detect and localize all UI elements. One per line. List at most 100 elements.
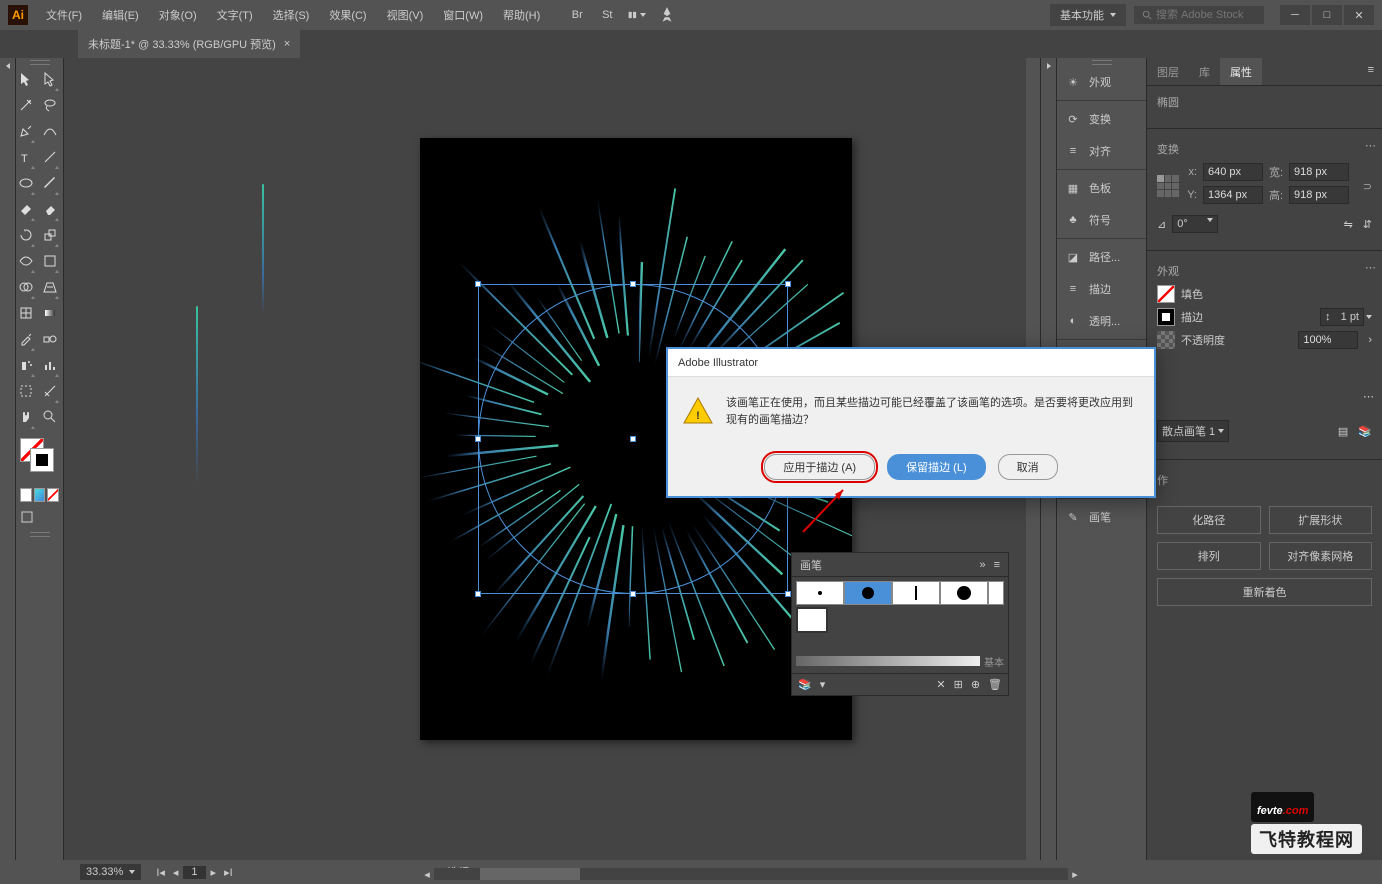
color-mode-solid[interactable] [20,488,32,502]
rotate-tool[interactable] [16,222,36,248]
menu-edit[interactable]: 编辑(E) [94,3,147,27]
slice-tool[interactable] [40,378,60,404]
brush-lib-icon[interactable]: 📚 [1358,425,1372,438]
brush-list-icon[interactable]: ▤ [1338,425,1348,438]
paintbrush-tool[interactable] [40,170,60,196]
sel-handle[interactable] [630,281,636,287]
reference-point[interactable] [1157,175,1179,197]
selection-tool[interactable] [16,66,36,92]
lasso-tool[interactable] [40,92,60,118]
dock-appearance[interactable]: ☀外观 [1057,66,1146,98]
direct-selection-tool[interactable] [40,66,60,92]
workspace-selector[interactable]: 基本功能 [1050,4,1126,26]
close-button[interactable]: ✕ [1344,5,1374,25]
appearance-more[interactable]: ⋯ [1365,261,1376,274]
opacity-swatch[interactable] [1157,331,1175,349]
dock-swatches[interactable]: ▦色板 [1057,172,1146,204]
brush-gradient[interactable] [796,656,980,666]
minimize-button[interactable]: ─ [1280,5,1310,25]
delete-brush-icon[interactable]: 🗑 [988,678,1002,691]
stroke-dropdown[interactable] [1366,315,1372,319]
apply-strokes-button[interactable]: 应用于描边 (A) [764,454,875,480]
menu-file[interactable]: 文件(F) [38,3,90,27]
dock-align[interactable]: ≡对齐 [1057,135,1146,167]
panel-menu-icon[interactable]: ≡ [1360,58,1382,85]
transform-more[interactable]: ⋯ [1365,139,1376,152]
free-transform-tool[interactable] [40,248,60,274]
h-scrollbar[interactable]: ◂ ▸ [420,868,1082,880]
stock-icon[interactable]: St [598,6,616,24]
pen-tool[interactable] [16,118,36,144]
ellipse-tool[interactable] [16,170,36,196]
sel-handle[interactable] [630,591,636,597]
sel-handle[interactable] [785,281,791,287]
panel-more-icon[interactable]: ⋯ [1363,390,1374,403]
dock-transform[interactable]: ⟳变换 [1057,103,1146,135]
search-stock[interactable] [1134,6,1264,24]
sel-handle[interactable] [475,591,481,597]
close-tab-icon[interactable]: × [284,38,290,50]
zoom-tool[interactable] [40,404,60,430]
brush-lib-icon[interactable]: 📚 [798,678,812,691]
menu-window[interactable]: 窗口(W) [435,3,491,27]
tab-libraries[interactable]: 库 [1189,58,1220,85]
dock-pathfinder[interactable]: ◪路径... [1057,241,1146,273]
menu-view[interactable]: 视图(V) [379,3,432,27]
tab-properties[interactable]: 属性 [1220,58,1262,85]
sel-handle[interactable] [475,436,481,442]
btn-recolor[interactable]: 重新着色 [1157,578,1372,606]
tab-layers[interactable]: 图层 [1147,58,1189,85]
shape-builder-tool[interactable] [16,274,36,300]
document-tab[interactable]: 未标题-1* @ 33.33% (RGB/GPU 预览) × [78,30,300,58]
btn-expand-shape[interactable]: 扩展形状 [1269,506,1373,534]
line-tool[interactable] [40,144,60,170]
search-input[interactable] [1156,9,1256,21]
menu-type[interactable]: 文字(T) [209,3,261,27]
perspective-tool[interactable] [40,274,60,300]
dock-stroke[interactable]: ≡描边 [1057,273,1146,305]
hand-tool[interactable] [16,404,36,430]
bridge-icon[interactable]: Br [568,6,586,24]
scale-tool[interactable] [40,222,60,248]
panel-menu-icon[interactable]: ≡ [994,559,1000,571]
mesh-tool[interactable] [16,300,36,326]
fill-stroke-control[interactable] [20,438,59,478]
width-tool[interactable] [16,248,36,274]
toolbox-handle[interactable] [16,58,63,66]
rocket-icon[interactable] [658,6,676,24]
artboard-tool[interactable] [16,378,36,404]
brush-thumb[interactable] [796,607,828,633]
zoom-select[interactable]: 33.33% [80,864,141,880]
brush-menu-icon[interactable]: ▾ [820,678,826,691]
eraser-tool[interactable] [40,196,60,222]
btn-offset-path[interactable]: 化路径 [1157,506,1261,534]
blend-tool[interactable] [40,326,60,352]
sel-handle[interactable] [475,281,481,287]
stroke-weight[interactable]: ↕1 pt [1320,308,1364,326]
cancel-button[interactable]: 取消 [998,454,1058,480]
x-input[interactable]: 640 px [1203,163,1263,181]
y-input[interactable]: 1364 px [1203,186,1263,204]
w-input[interactable]: 918 px [1289,163,1349,181]
menu-help[interactable]: 帮助(H) [495,3,548,27]
new-brush-icon[interactable]: ⊕ [971,678,980,691]
left-collapse[interactable] [0,58,16,860]
brush-options-icon[interactable]: ⊞ [954,678,963,691]
flip-h-icon[interactable]: ⇋ [1344,218,1353,231]
remove-stroke-icon[interactable]: ✕ [936,678,945,691]
dock-handle[interactable] [1057,58,1146,66]
stroke-swatch[interactable] [30,448,54,472]
sel-handle[interactable] [630,436,636,442]
brush-row[interactable] [796,581,1004,605]
menu-effect[interactable]: 效果(C) [321,3,374,27]
link-wh-icon[interactable]: ⊃ [1363,180,1372,193]
opacity-input[interactable]: 100% [1298,331,1358,349]
stroke-swatch-prop[interactable] [1157,308,1175,326]
menu-object[interactable]: 对象(O) [151,3,205,27]
eyedropper-tool[interactable] [16,326,36,352]
color-mode-gradient[interactable] [34,488,46,502]
btn-arrange[interactable]: 排列 [1157,542,1261,570]
artboard-nav[interactable]: I◂◂1▸▸I [153,866,235,879]
graph-tool[interactable] [40,352,60,378]
type-tool[interactable]: T [16,144,36,170]
